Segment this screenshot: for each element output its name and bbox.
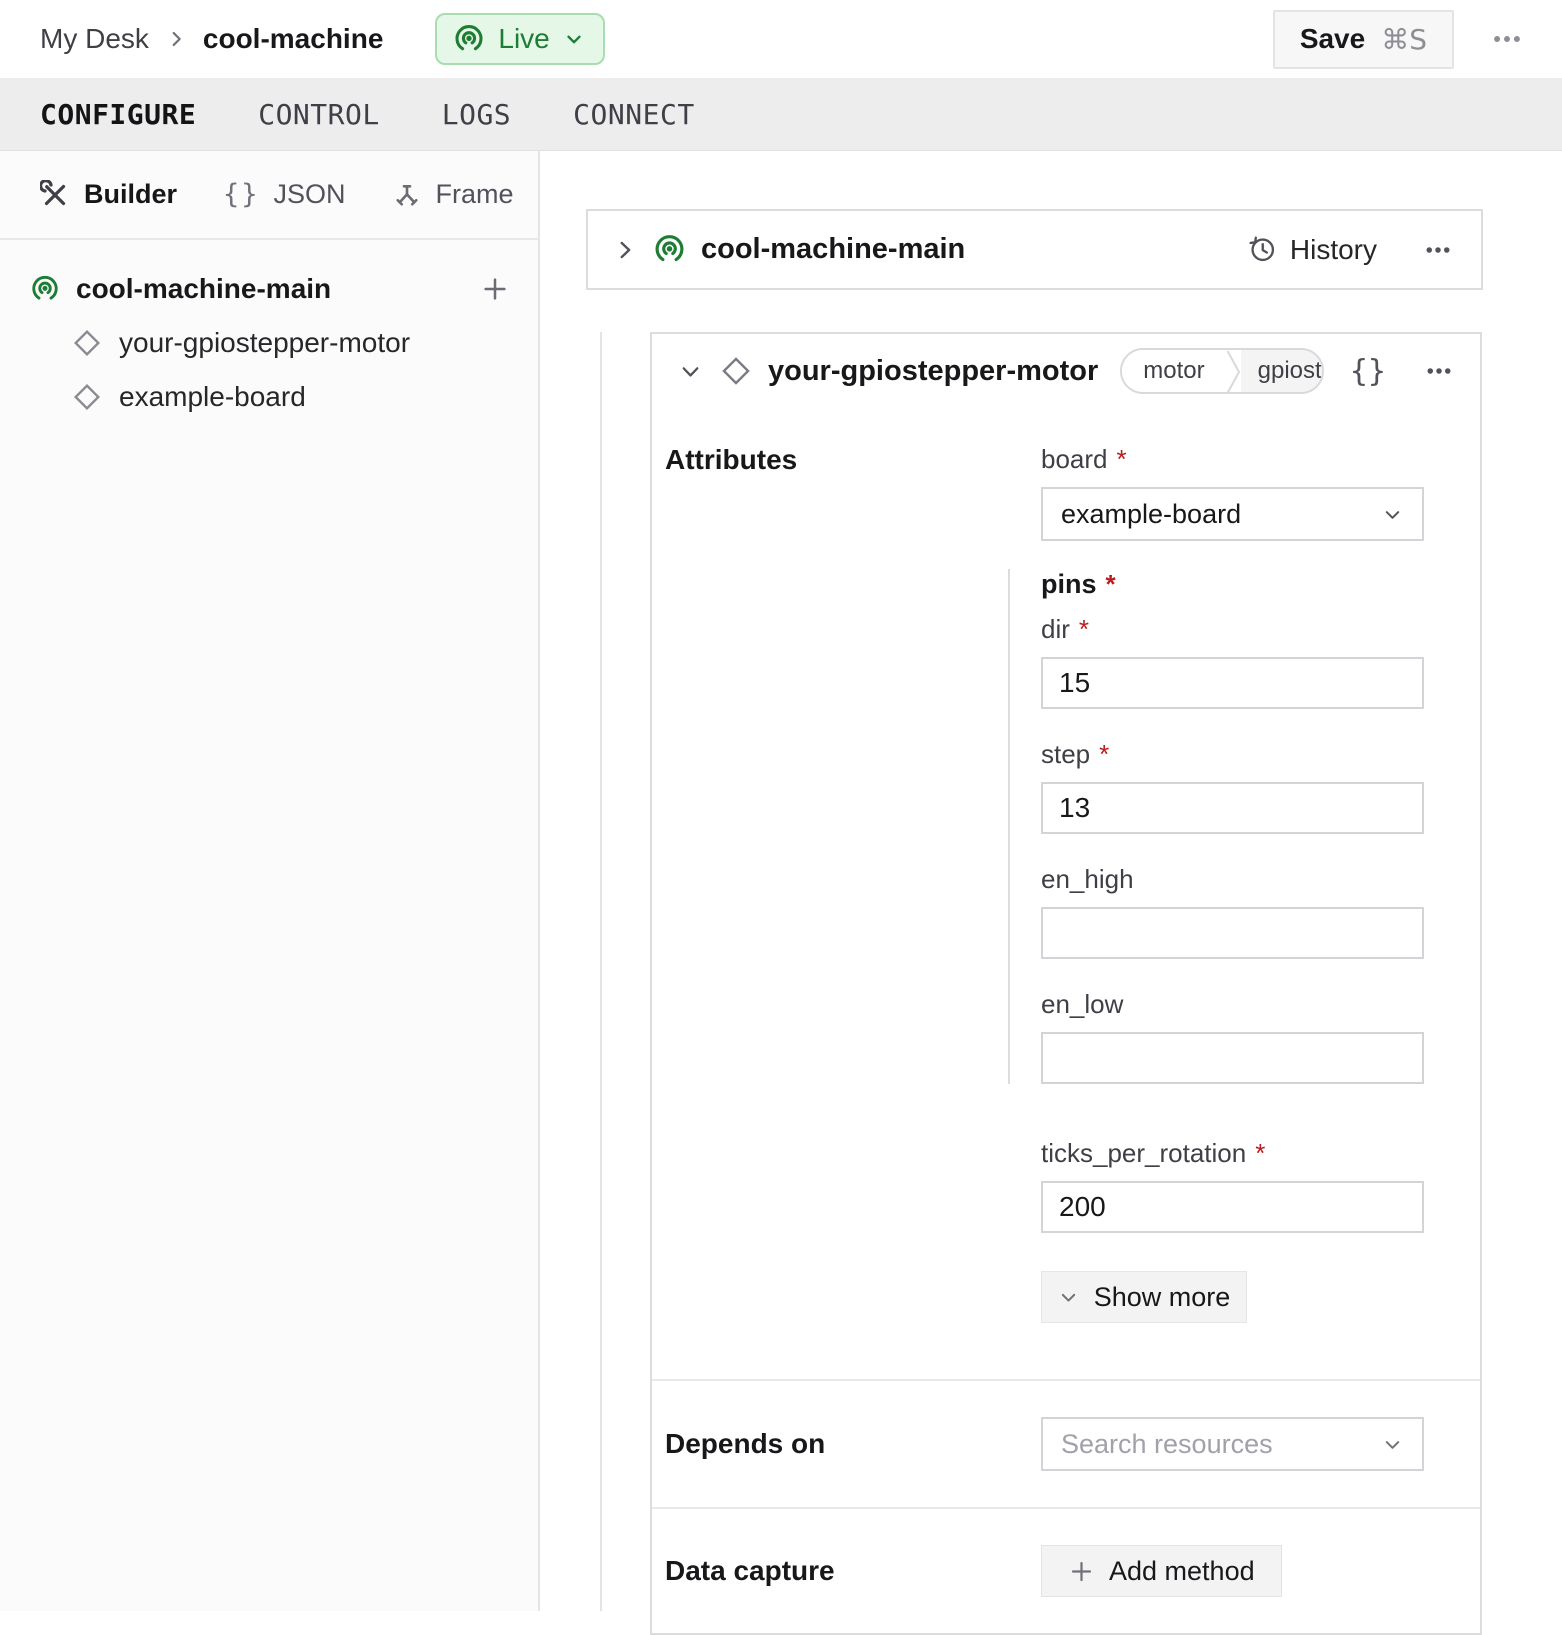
breadcrumb-root[interactable]: My Desk	[40, 23, 149, 55]
depends-on-heading: Depends on	[665, 1428, 1041, 1460]
tree-item-machine-part[interactable]: cool-machine-main	[30, 262, 510, 316]
part-overflow-menu-icon[interactable]	[1423, 235, 1453, 265]
dir-label: dir*	[1041, 614, 1424, 645]
component-diamond-icon	[720, 355, 752, 387]
header-overflow-menu-icon[interactable]	[1490, 22, 1524, 56]
en-high-input[interactable]	[1041, 907, 1424, 959]
save-label: Save	[1300, 23, 1365, 55]
sidebar-tab-builder-label: Builder	[84, 179, 177, 210]
dir-input[interactable]	[1041, 657, 1424, 709]
configure-main-panel: cool-machine-main History	[540, 151, 1562, 1611]
required-asterisk: *	[1255, 1138, 1265, 1169]
sidebar-tab-builder[interactable]: Builder	[40, 179, 177, 210]
component-diamond-icon	[72, 328, 102, 358]
pins-group: pins* dir* step*	[1008, 569, 1424, 1084]
viam-logo-icon	[30, 274, 60, 304]
tree-item-label: example-board	[119, 381, 306, 413]
attributes-section: Attributes board* example-board pins*	[652, 408, 1480, 1379]
braces-icon: {}	[223, 179, 260, 210]
machine-part-card: cool-machine-main History	[586, 209, 1483, 290]
history-button[interactable]: History	[1247, 234, 1377, 266]
sidebar-tab-frame[interactable]: Frame	[392, 179, 514, 210]
tree-item-label: cool-machine-main	[76, 273, 331, 305]
add-method-button[interactable]: Add method	[1041, 1545, 1282, 1597]
plus-icon	[1068, 1558, 1095, 1585]
tree-item-gpiostepper-motor[interactable]: your-gpiostepper-motor	[30, 316, 510, 370]
component-title: your-gpiostepper-motor	[768, 355, 1098, 388]
add-method-label: Add method	[1109, 1556, 1255, 1587]
en-high-label: en_high	[1041, 864, 1424, 895]
component-card-header: your-gpiostepper-motor motor gpiostepper…	[652, 334, 1480, 408]
tab-logs[interactable]: LOGS	[442, 98, 511, 131]
show-more-button[interactable]: Show more	[1041, 1271, 1247, 1323]
ticks-per-rotation-label: ticks_per_rotation*	[1041, 1138, 1424, 1169]
step-input[interactable]	[1041, 782, 1424, 834]
badge-model: gpiostepper	[1241, 350, 1324, 392]
required-asterisk: *	[1117, 444, 1127, 475]
view-json-icon[interactable]: {}	[1350, 354, 1386, 389]
required-asterisk: *	[1106, 569, 1116, 600]
breadcrumb-current: cool-machine	[203, 23, 383, 55]
depends-on-select[interactable]: Search resources	[1041, 1417, 1424, 1471]
show-more-label: Show more	[1094, 1282, 1231, 1313]
board-label: board*	[1041, 444, 1424, 475]
app-header: My Desk cool-machine Live Save ⌘S	[0, 0, 1562, 78]
breadcrumb-chevron-icon	[165, 28, 187, 50]
expand-chevron-right-icon[interactable]	[612, 237, 638, 263]
tab-configure[interactable]: CONFIGURE	[40, 98, 196, 131]
frame-axes-icon	[392, 180, 422, 210]
board-select[interactable]: example-board	[1041, 487, 1424, 541]
required-asterisk: *	[1099, 739, 1109, 770]
machine-tabbar: CONFIGURE CONTROL LOGS CONNECT	[0, 78, 1562, 151]
data-capture-heading: Data capture	[665, 1555, 1041, 1587]
component-overflow-menu-icon[interactable]	[1424, 356, 1454, 386]
tools-icon	[40, 180, 70, 210]
viam-logo-icon	[653, 233, 686, 266]
resource-tree: cool-machine-main your-gpiostepper-motor…	[0, 240, 538, 424]
machine-part-title: cool-machine-main	[701, 233, 965, 266]
board-select-value: example-board	[1061, 499, 1241, 530]
viam-logo-icon	[453, 23, 485, 55]
component-type-badge: motor gpiostepper	[1120, 348, 1324, 394]
chevron-down-icon	[1381, 503, 1404, 526]
save-button[interactable]: Save ⌘S	[1273, 10, 1454, 69]
step-label: step*	[1041, 739, 1424, 770]
live-label: Live	[498, 23, 549, 55]
badge-type: motor	[1122, 350, 1225, 392]
depends-on-section: Depends on Search resources	[652, 1381, 1480, 1507]
builder-sidebar: Builder {} JSON Frame	[0, 151, 540, 1611]
sidebar-tab-json[interactable]: {} JSON	[223, 179, 346, 210]
history-clock-icon	[1247, 234, 1278, 265]
en-low-label: en_low	[1041, 989, 1424, 1020]
tab-control[interactable]: CONTROL	[258, 98, 380, 131]
save-shortcut: ⌘S	[1381, 23, 1427, 56]
ticks-per-rotation-input[interactable]	[1041, 1181, 1424, 1233]
sidebar-tab-frame-label: Frame	[436, 179, 514, 210]
badge-divider-chevron	[1226, 350, 1241, 392]
component-diamond-icon	[72, 382, 102, 412]
tree-item-label: your-gpiostepper-motor	[119, 327, 410, 359]
history-label: History	[1290, 234, 1377, 266]
sidebar-tab-json-label: JSON	[274, 179, 346, 210]
sidebar-view-tabs: Builder {} JSON Frame	[0, 151, 538, 240]
tab-connect[interactable]: CONNECT	[573, 98, 695, 131]
chevron-down-icon	[1058, 1287, 1079, 1308]
depends-on-placeholder: Search resources	[1061, 1429, 1273, 1460]
required-asterisk: *	[1079, 614, 1089, 645]
chevron-down-icon	[1381, 1433, 1404, 1456]
attributes-heading: Attributes	[665, 444, 1041, 1379]
en-low-input[interactable]	[1041, 1032, 1424, 1084]
live-status-dropdown[interactable]: Live	[435, 13, 604, 65]
data-capture-section: Data capture Add method	[652, 1509, 1480, 1633]
tree-item-example-board[interactable]: example-board	[30, 370, 510, 424]
component-card-gpiostepper: your-gpiostepper-motor motor gpiostepper…	[650, 332, 1482, 1635]
add-component-icon[interactable]	[480, 274, 510, 304]
collapse-chevron-down-icon[interactable]	[678, 359, 703, 384]
pins-label: pins*	[1041, 569, 1424, 600]
chevron-down-icon	[563, 28, 585, 50]
tree-connector-line	[600, 332, 602, 1611]
